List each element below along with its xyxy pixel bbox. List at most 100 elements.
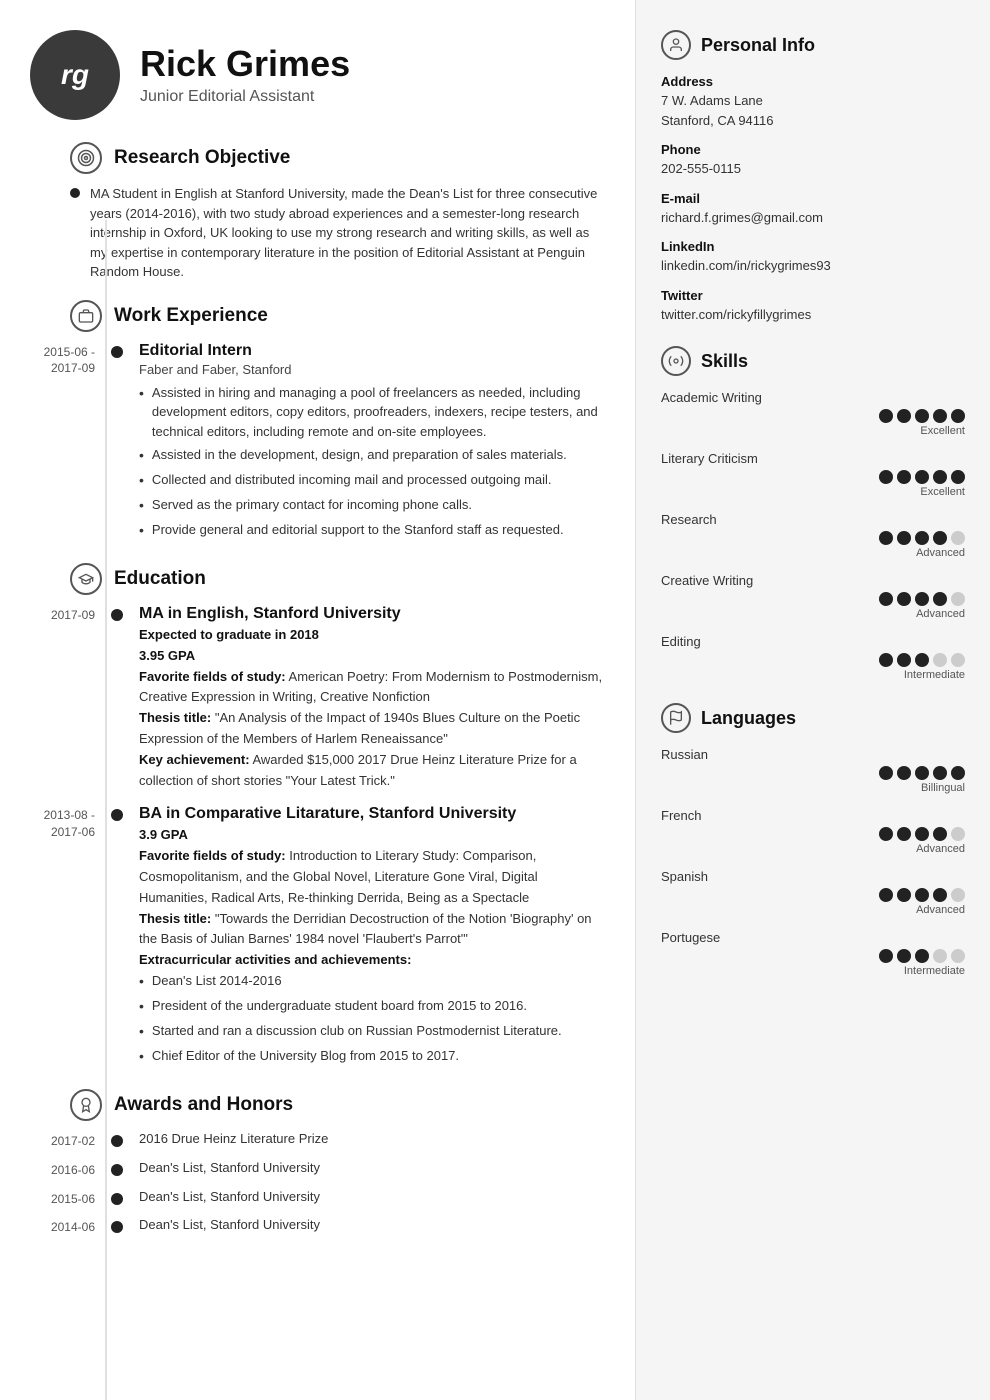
lang-dot-2-1	[897, 888, 911, 902]
lang-level-1: Advanced	[661, 843, 965, 855]
edu-date-1: 2017-09	[20, 605, 105, 624]
lang-name-3: Portugese	[661, 930, 965, 945]
lang-dot-3-2	[915, 949, 929, 963]
award-content-1: 2016 Drue Heinz Literature Prize	[129, 1131, 605, 1146]
lang-name-1: French	[661, 808, 965, 823]
skill-dot-3-3	[933, 592, 947, 606]
award-date-4: 2014-06	[20, 1217, 105, 1236]
languages-section: Languages RussianBillingualFrenchAdvance…	[661, 703, 965, 977]
avatar: rg	[30, 30, 120, 120]
skill-dot-2-4	[951, 531, 965, 545]
skill-item-2: ResearchAdvanced	[661, 512, 965, 559]
bullet-dot	[70, 188, 80, 198]
edu-title: Education	[114, 568, 206, 590]
education-section: Education 2017-09 MA in English, Stanfor…	[20, 563, 605, 1071]
work-icon	[70, 300, 102, 332]
resume-container: rg Rick Grimes Junior Editorial Assistan…	[0, 0, 990, 1400]
skill-dot-0-0	[879, 409, 893, 423]
skills-icon	[661, 346, 691, 376]
skill-level-1: Excellent	[661, 486, 965, 498]
edu-content-1: MA in English, Stanford University Expec…	[129, 605, 605, 791]
skill-item-4: Editing Intermediate	[661, 634, 965, 681]
award-date-3: 2015-06	[20, 1189, 105, 1208]
work-title: Work Experience	[114, 305, 268, 327]
edu-entry-title-2: BA in Comparative Litarature, Stanford U…	[139, 805, 605, 823]
header-text: Rick Grimes Junior Editorial Assistant	[140, 44, 350, 106]
objective-text: MA Student in English at Stanford Univer…	[90, 184, 605, 282]
skill-name-0: Academic Writing	[661, 390, 965, 405]
lang-dot-2-3	[933, 888, 947, 902]
lang-dot-3-0	[879, 949, 893, 963]
lang-dots-2	[661, 888, 965, 902]
objective-title-row: Research Objective	[20, 142, 605, 174]
award-dot-1	[105, 1131, 129, 1147]
skill-dots-0	[661, 409, 965, 423]
lang-item-1: French Advanced	[661, 808, 965, 855]
award-date-1: 2017-02	[20, 1131, 105, 1150]
work-bullet-1-5: Provide general and editorial support to…	[139, 520, 605, 541]
skill-dots-1	[661, 470, 965, 484]
languages-icon	[661, 703, 691, 733]
twitter-label: Twitter	[661, 288, 965, 303]
awards-title: Awards and Honors	[114, 1094, 293, 1116]
skill-dot-2-0	[879, 531, 893, 545]
lang-dot-3-1	[897, 949, 911, 963]
skill-dot-3-4	[951, 592, 965, 606]
skill-name-3: Creative Writing	[661, 573, 965, 588]
work-date-1: 2015-06 -2017-09	[20, 342, 105, 378]
address-field: Address 7 W. Adams LaneStanford, CA 9411…	[661, 74, 965, 130]
award-text-2: Dean's List, Stanford University	[139, 1160, 605, 1175]
languages-container: RussianBillingualFrenchAdvancedSpanishAd…	[661, 747, 965, 977]
skill-level-4: Intermediate	[661, 669, 965, 681]
lang-dot-2-0	[879, 888, 893, 902]
skill-name-4: Editing	[661, 634, 965, 649]
edu-icon	[70, 563, 102, 595]
work-dot-1	[105, 342, 129, 358]
awards-title-row: Awards and Honors	[20, 1089, 605, 1121]
lang-level-2: Advanced	[661, 904, 965, 916]
objective-body: MA Student in English at Stanford Univer…	[20, 184, 605, 282]
skill-item-0: Academic WritingExcellent	[661, 390, 965, 437]
phone-value: 202-555-0115	[661, 159, 965, 179]
work-bullet-1-2: Assisted in the development, design, and…	[139, 445, 605, 466]
lang-dot-1-4	[951, 827, 965, 841]
work-entry-subtitle-1: Faber and Faber, Stanford	[139, 362, 605, 377]
lang-dot-1-3	[933, 827, 947, 841]
objective-title: Research Objective	[114, 147, 290, 169]
edu-entry-1: 2017-09 MA in English, Stanford Universi…	[20, 605, 605, 791]
edu-bullet-2-2: President of the undergraduate student b…	[139, 996, 605, 1017]
twitter-value: twitter.com/rickyfillygrimes	[661, 305, 965, 325]
skill-item-1: Literary Criticism Excellent	[661, 451, 965, 498]
lang-dot-1-0	[879, 827, 893, 841]
skills-title: Skills	[701, 351, 748, 372]
awards-icon	[70, 1089, 102, 1121]
skill-dot-4-2	[915, 653, 929, 667]
lang-item-2: SpanishAdvanced	[661, 869, 965, 916]
skill-dot-1-2	[915, 470, 929, 484]
skills-section: Skills Academic WritingExcellentLiterary…	[661, 346, 965, 681]
lang-name-0: Russian	[661, 747, 965, 762]
lang-level-0: Billingual	[661, 782, 965, 794]
award-date-2: 2016-06	[20, 1160, 105, 1179]
skill-name-1: Literary Criticism	[661, 451, 965, 466]
award-dot-3	[105, 1189, 129, 1205]
personal-info-title: Personal Info	[701, 35, 815, 56]
work-bullet-1-4: Served as the primary contact for incomi…	[139, 495, 605, 516]
skills-container: Academic WritingExcellentLiterary Critic…	[661, 390, 965, 681]
award-content-3: Dean's List, Stanford University	[129, 1189, 605, 1204]
skill-dot-2-2	[915, 531, 929, 545]
award-entry-2: 2016-06 Dean's List, Stanford University	[20, 1160, 605, 1179]
skill-dot-2-1	[897, 531, 911, 545]
skill-dot-3-0	[879, 592, 893, 606]
work-content-1: Editorial Intern Faber and Faber, Stanfo…	[129, 342, 605, 546]
twitter-field: Twitter twitter.com/rickyfillygrimes	[661, 288, 965, 325]
edu-detail-1: Expected to graduate in 2018 3.95 GPA Fa…	[139, 625, 605, 791]
lang-dots-1	[661, 827, 965, 841]
work-bullet-1-3: Collected and distributed incoming mail …	[139, 470, 605, 491]
work-entry-title-1: Editorial Intern	[139, 342, 605, 360]
email-value: richard.f.grimes@gmail.com	[661, 208, 965, 228]
edu-bullets-2: Dean's List 2014-2016 President of the u…	[139, 971, 605, 1067]
lang-level-3: Intermediate	[661, 965, 965, 977]
lang-dot-1-1	[897, 827, 911, 841]
skill-dot-2-3	[933, 531, 947, 545]
